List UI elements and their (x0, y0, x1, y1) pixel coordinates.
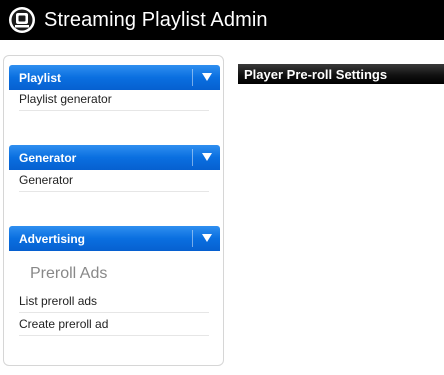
preroll-ads-subheading: Preroll Ads (30, 265, 108, 282)
sidebar-item-generator[interactable]: Generator (19, 170, 209, 192)
section-header-generator[interactable]: Generator (9, 145, 220, 170)
sidebar: Playlist Playlist generator Generator Ge… (3, 55, 224, 366)
section-title: Generator (19, 151, 77, 165)
chevron-down-icon[interactable] (202, 153, 212, 161)
header-divider (192, 69, 193, 86)
chevron-down-icon[interactable] (202, 73, 212, 81)
playlist-logo-icon (9, 7, 35, 33)
section-header-playlist[interactable]: Playlist (9, 65, 220, 90)
top-bar: Streaming Playlist Admin (0, 0, 444, 40)
header-divider (192, 149, 193, 166)
chevron-down-icon[interactable] (202, 234, 212, 242)
page-title: Player Pre-roll Settings (244, 67, 388, 82)
header-divider (192, 230, 193, 247)
section-header-advertising[interactable]: Advertising (9, 226, 220, 251)
content-header: Player Pre-roll Settings (238, 64, 444, 84)
app-title: Streaming Playlist Admin (44, 9, 268, 31)
section-title: Playlist (19, 71, 62, 85)
sidebar-item-create-preroll-ad[interactable]: Create preroll ad (19, 314, 209, 336)
sidebar-item-playlist-generator[interactable]: Playlist generator (19, 89, 209, 111)
sidebar-item-list-preroll-ads[interactable]: List preroll ads (19, 291, 209, 313)
section-title: Advertising (19, 232, 86, 246)
